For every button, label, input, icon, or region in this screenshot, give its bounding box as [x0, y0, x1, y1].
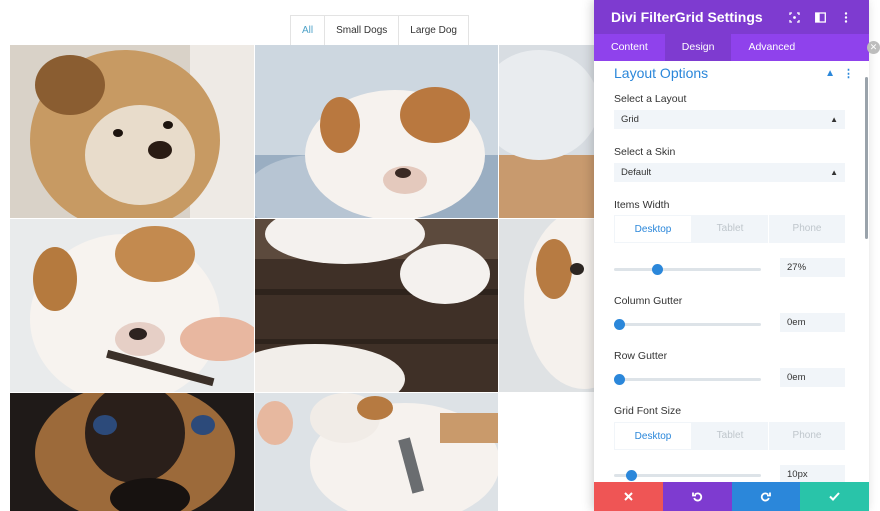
- tab-advanced[interactable]: Advanced: [731, 34, 812, 61]
- layout-value: Grid: [621, 114, 639, 125]
- panel-title: Divi FilterGrid Settings: [611, 9, 763, 25]
- more-vertical-icon[interactable]: [840, 11, 852, 23]
- sidebar-toggle-icon[interactable]: [814, 11, 826, 23]
- photo-terrier[interactable]: [10, 45, 254, 218]
- page: All Small Dogs Large Dog Divi FilterGrid…: [0, 0, 880, 511]
- items-width-slider[interactable]: [614, 268, 761, 271]
- photo-bulldog-blanket[interactable]: [255, 45, 498, 218]
- photo-bulldog-paws[interactable]: [255, 219, 498, 392]
- device-tab-desktop[interactable]: Desktop: [614, 215, 692, 243]
- photo-bulldog-collar[interactable]: [255, 393, 498, 511]
- section-title: Layout Options: [614, 65, 709, 81]
- items-width-value[interactable]: 27%: [780, 258, 845, 277]
- close-panel-icon[interactable]: ✕: [867, 41, 880, 54]
- undo-button[interactable]: [662, 482, 732, 511]
- panel-scrollbar[interactable]: [865, 77, 868, 239]
- redo-icon: [761, 492, 772, 502]
- skin-select[interactable]: Default ▲: [614, 163, 845, 182]
- photo-black-tan-dog[interactable]: [10, 393, 254, 511]
- column-gutter-slider-handle[interactable]: [614, 319, 625, 330]
- items-width-device-tabs: Desktop Tablet Phone: [614, 215, 845, 243]
- grid-font-size-slider-handle[interactable]: [626, 470, 638, 481]
- panel-tabs: Content Design Advanced: [594, 34, 869, 61]
- section-header[interactable]: Layout Options ▲ ⋮: [614, 63, 854, 83]
- layout-select[interactable]: Grid ▲: [614, 110, 845, 129]
- settings-panel: Divi FilterGrid Settings Content Design …: [594, 0, 869, 511]
- column-gutter-value[interactable]: 0em: [780, 313, 845, 332]
- items-width-slider-handle[interactable]: [652, 264, 664, 275]
- device-tab-phone[interactable]: Phone: [769, 422, 845, 450]
- filter-bar: All Small Dogs Large Dog: [290, 15, 469, 46]
- device-tab-desktop[interactable]: Desktop: [614, 422, 692, 450]
- device-tab-tablet[interactable]: Tablet: [692, 215, 769, 243]
- row-gutter-value[interactable]: 0em: [780, 368, 845, 387]
- panel-footer: [594, 482, 869, 511]
- skin-value: Default: [621, 167, 652, 178]
- row-gutter-slider[interactable]: [614, 378, 761, 381]
- chevron-up-icon[interactable]: ▲: [825, 68, 835, 79]
- device-tab-tablet[interactable]: Tablet: [692, 422, 769, 450]
- column-gutter-label: Column Gutter: [614, 295, 683, 307]
- discard-button[interactable]: [594, 482, 663, 511]
- photo-bulldog-hand[interactable]: [10, 219, 254, 392]
- filter-tab-all[interactable]: All: [291, 16, 326, 45]
- undo-icon: [691, 492, 702, 502]
- column-gutter-slider[interactable]: [614, 323, 761, 326]
- save-button[interactable]: [800, 482, 869, 511]
- tab-design[interactable]: Design: [664, 34, 732, 61]
- close-icon: [624, 492, 633, 501]
- more-vertical-icon[interactable]: ⋮: [843, 67, 854, 80]
- photo-bulldog-partial[interactable]: [499, 45, 594, 218]
- focus-icon[interactable]: [788, 11, 800, 23]
- select-arrows-icon: ▲: [830, 115, 838, 124]
- row-gutter-label: Row Gutter: [614, 350, 668, 362]
- grid-font-size-label: Grid Font Size: [614, 405, 682, 417]
- row-gutter-slider-handle[interactable]: [614, 374, 625, 385]
- tab-content[interactable]: Content: [594, 34, 665, 61]
- device-tab-phone[interactable]: Phone: [769, 215, 845, 243]
- panel-body: Layout Options ▲ ⋮ Select a Layout Grid …: [594, 61, 869, 482]
- check-icon: [829, 492, 840, 501]
- filter-tab-small-dogs[interactable]: Small Dogs: [325, 16, 400, 45]
- photo-bulldog-partial-2[interactable]: [499, 219, 594, 392]
- grid-font-size-device-tabs: Desktop Tablet Phone: [614, 422, 845, 450]
- items-width-label: Items Width: [614, 199, 670, 211]
- select-arrows-icon: ▲: [830, 168, 838, 177]
- layout-label: Select a Layout: [614, 93, 687, 105]
- redo-button[interactable]: [731, 482, 801, 511]
- panel-header: Divi FilterGrid Settings: [594, 0, 869, 34]
- filter-tab-large-dog[interactable]: Large Dog: [399, 16, 468, 45]
- skin-label: Select a Skin: [614, 146, 676, 158]
- grid-font-size-value[interactable]: 10px: [780, 465, 845, 482]
